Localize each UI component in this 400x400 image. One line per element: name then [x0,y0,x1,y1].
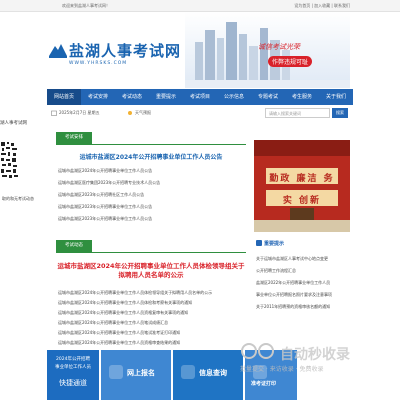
list-item[interactable]: 运城市盐湖区2024年公开招聘事业单位工作人员公告 [58,168,152,174]
list-item[interactable]: 运城市盐湖区2024年公开招聘事业单位工作人员体检领导组关于拟聘用人员名单的公示 [58,290,212,296]
list-item[interactable]: 运城市盐湖区2023年公开招聘事业单位工作人员公告 [58,216,152,222]
search-icon [181,365,195,379]
notice-icon [256,240,262,246]
search-button[interactable]: 搜索 [332,108,348,118]
site-logo[interactable]: 盐湖人事考试网 WWW.YHRSKS.COM [47,38,180,78]
main-nav: 网站首页 考试安排 考试动态 重要提示 考试项目 公示信息 专题考试 考生服务 … [47,89,353,105]
section2-headline[interactable]: 运城市盐湖区2024年公开招聘事业单位工作人员体检领导组关于拟聘用人员名单的公示 [56,262,246,280]
weather-icon [128,111,132,115]
nav-candidate-service[interactable]: 考生服务 [285,89,319,105]
nav-public-info[interactable]: 公示信息 [217,89,251,105]
fast-channel-line1: 2024年公开招聘 [56,357,90,362]
watermark-logo-icon [241,343,274,359]
search-input[interactable]: 请输入搜索关键词 [265,108,330,118]
fast-channel-panel[interactable]: 2024年公开招聘 事业单位工作人员 快捷通道 [47,350,99,400]
list-item[interactable]: 运城市盐湖区2024年公开招聘事业单位工作人员笔试准考证打印通知 [58,330,180,336]
online-signup-label: 网上报名 [127,369,155,377]
nav-exam-news[interactable]: 考试动态 [115,89,149,105]
calendar-icon [51,110,57,116]
top-bar: 欢迎来到盐湖人事考试网！ 设为首页 | 加入收藏 | 联系我们 [0,0,400,12]
list-item[interactable]: 关于2011年招聘预的资格审核名额的通知 [256,304,330,310]
section1-divider [56,144,246,145]
site-header: 盐湖人事考试网 WWW.YHRSKS.COM 诚信考试光荣 作弊违规可耻 [0,12,400,88]
left-side-title: 湖人事考试网 [0,121,27,126]
watermark-overlay: 自动秒收录 批量提交 · 来访收录 · 免费收录 [232,336,392,396]
nav-special-exam[interactable]: 专题考试 [251,89,285,105]
slogan-cheating: 作弊违规可耻 [268,56,313,67]
list-item[interactable]: 关于运城市盐湖区人事考试中心地点变更 [256,256,328,262]
list-item[interactable]: 运城市盐湖区2023年公开招聘社区工作人员公告 [58,192,144,198]
current-date: 2025年2月7日 星期五 [59,110,100,115]
info-query-label: 信息查询 [199,369,227,377]
list-item[interactable]: 运城市盐湖区2024年公开招聘事业单位工作人员笔试成绩汇总 [58,320,168,326]
list-item[interactable]: 运城市盐湖区2023年公开招聘事业单位工作人员公告 [58,204,152,210]
watermark-subtitle: 批量提交 · 来访收录 · 免费收录 [240,366,324,373]
list-item[interactable]: 盐湖区2022年公开招聘事业单位工作人员 [256,280,330,286]
watermark-title: 自动秒收录 [280,347,350,363]
qr-code-image [0,140,20,180]
nav-home[interactable]: 网站首页 [47,89,81,105]
weather-text: 天气预报 [135,110,151,115]
section2-divider [56,252,246,253]
nav-exam-projects[interactable]: 考试项目 [183,89,217,105]
logo-url: WWW.YHRSKS.COM [69,61,128,66]
signup-icon [109,365,123,379]
list-item[interactable]: 运城市盐湖区2024年公开招聘事业单位工作人员体检和考察有关事项的通知 [58,300,192,306]
logo-title: 盐湖人事考试网 [69,42,182,60]
top-links[interactable]: 设为首页 | 加入收藏 | 联系我们 [294,3,350,9]
left-side-link[interactable]: 取的和无考试动态 [2,196,34,202]
notice-panel-title: 重要提示 [264,241,285,247]
tab-exam-news[interactable]: 考试动态 [56,240,92,252]
fast-channel-line3: 快捷通道 [59,379,87,387]
list-item[interactable]: 运城市盐湖区2024年公开招聘事业单位工作人员资格复审有关事项的通知 [58,310,188,316]
section1-headline[interactable]: 运城市盐湖区2024年公开招聘事业单位工作人员公告 [56,152,246,161]
welcome-text: 欢迎来到盐湖人事考试网！ [62,3,110,8]
fast-channel-line2: 事业单位工作人员 [55,365,91,370]
photo-slogan: 勤政 廉洁 务实 创新 [269,174,335,206]
nav-exam-schedule[interactable]: 考试安排 [81,89,115,105]
nav-important-notice[interactable]: 重要提示 [149,89,183,105]
list-item[interactable]: 运城市盐湖区医疗集团2023年公开招聘专业技术人员公告 [58,180,160,186]
list-item[interactable]: 事业单位公开招聘报名照片要求及注意事项 [256,292,332,298]
list-item[interactable]: 公开招聘工作流程汇总 [256,268,296,274]
list-item[interactable]: 运城市盐湖区2024年公开招聘事业单位工作人员资格审查结果的通知 [58,340,180,346]
nav-about-us[interactable]: 关于我们 [319,89,353,105]
online-signup-button[interactable]: 网上报名 [101,350,171,400]
logo-emblem-icon [49,44,67,58]
slogan-honesty: 诚信考试光荣 [258,43,300,51]
tab-exam-schedule[interactable]: 考试安排 [56,132,92,144]
